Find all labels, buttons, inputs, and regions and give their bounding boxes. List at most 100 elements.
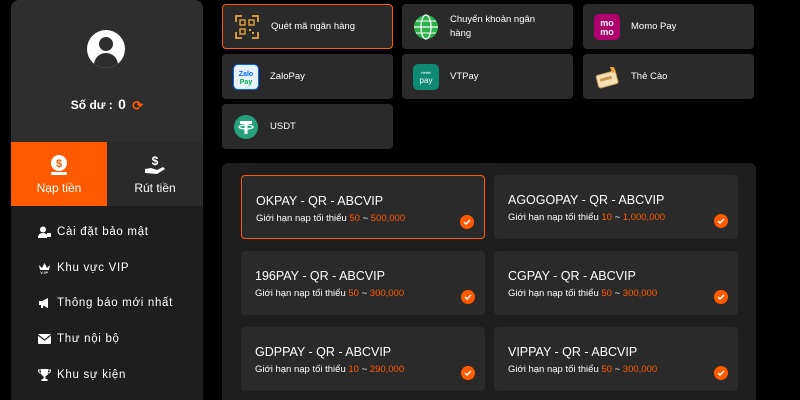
- limit-max: 1,000,000: [622, 212, 666, 223]
- avatar-body: [94, 53, 118, 68]
- method-label: Momo Pay: [631, 20, 677, 32]
- gateway-okpay[interactable]: OKPAY - QR - ABCVIP Giới hạn nạp tối thi…: [241, 175, 485, 239]
- method-vtpay[interactable]: viettel pay VTPay: [402, 54, 573, 99]
- limit-max: 500,000: [370, 213, 406, 224]
- method-scratch-card[interactable]: Thẻ Cào: [583, 54, 754, 99]
- mail-icon: [38, 333, 51, 346]
- menu-item-inbox[interactable]: Thư nội bộ: [11, 321, 203, 357]
- gateway-cgpay[interactable]: CGPAY - QR - ABCVIP Giới hạn nạp tối thi…: [494, 251, 738, 315]
- check-icon: [714, 290, 728, 304]
- gateway-limit: Giới hạn nạp tối thiểu 50 ~ 300,000: [508, 364, 658, 375]
- method-label: Thẻ Cào: [631, 70, 668, 82]
- menu-item-vip[interactable]: VIP Khu vực VIP: [11, 250, 203, 286]
- method-label: Chuyển khoản ngân hàng: [450, 13, 536, 39]
- limit-max: 300,000: [622, 288, 658, 299]
- menu-label: Cài đặt bảo mật: [57, 225, 149, 238]
- limit-min: 50: [601, 288, 612, 299]
- gateway-name: 196PAY - QR - ABCVIP: [255, 269, 385, 283]
- deposit-label: Nạp tiền: [36, 180, 82, 195]
- avatar[interactable]: [87, 30, 125, 68]
- method-zalopay[interactable]: Zalo Pay ZaloPay: [222, 54, 393, 99]
- vip-crown-icon: VIP: [38, 261, 51, 274]
- method-label: VTPay: [450, 70, 479, 82]
- limit-prefix: Giới hạn nạp tối thiểu: [508, 212, 599, 223]
- withdraw-tab[interactable]: $ Rút tiền: [107, 142, 203, 206]
- check-icon: [461, 290, 475, 304]
- menu-label: Khu sự kiện: [57, 369, 127, 382]
- menu-label: Thông báo mới nhất: [57, 297, 174, 310]
- menu-label: Thư nội bộ: [57, 333, 120, 346]
- gateway-agogopay[interactable]: AGOGOPAY - QR - ABCVIP Giới hạn nạp tối …: [494, 175, 738, 239]
- avatar-head: [99, 37, 113, 51]
- gateway-name: GDPPAY - QR - ABCVIP: [255, 345, 392, 359]
- check-icon: [714, 366, 728, 380]
- refresh-icon[interactable]: ⟳: [132, 98, 143, 114]
- check-icon: [461, 366, 475, 380]
- limit-max: 300,000: [369, 288, 405, 299]
- balance-value: 0: [118, 96, 126, 112]
- limit-min: 10: [601, 212, 612, 223]
- globe-icon: [413, 13, 439, 40]
- menu-item-news[interactable]: Thông báo mới nhất: [11, 286, 203, 322]
- deposit-tab[interactable]: $ Nạp tiền: [11, 142, 107, 206]
- action-tabs: $ Nạp tiền $ Rút tiền: [11, 142, 203, 206]
- withdraw-label: Rút tiền: [134, 180, 176, 195]
- user-lock-icon: [38, 225, 51, 238]
- limit-min: 50: [601, 364, 612, 375]
- method-label: ZaloPay: [270, 70, 305, 82]
- svg-text:$: $: [152, 154, 159, 168]
- svg-text:viettel: viettel: [421, 70, 432, 75]
- trophy-icon: [38, 369, 51, 382]
- gateway-limit: Giới hạn nạp tối thiểu 10 ~ 1,000,000: [508, 212, 666, 223]
- svg-text:Pay: Pay: [240, 79, 253, 86]
- gateway-limit: Giới hạn nạp tối thiểu 10 ~ 290,000: [255, 364, 405, 375]
- gateway-vippay[interactable]: VIPPAY - QR - ABCVIP Giới hạn nạp tối th…: [494, 327, 738, 391]
- sidebar-menu: Cài đặt bảo mật VIP Khu vực VIP Thông bá…: [11, 206, 203, 393]
- limit-max: 300,000: [622, 364, 658, 375]
- limit-prefix: Giới hạn nạp tối thiểu: [508, 288, 599, 299]
- method-bank-qr[interactable]: Quét mã ngân hàng: [222, 4, 393, 49]
- menu-label: Khu vực VIP: [57, 261, 130, 274]
- gateway-name: AGOGOPAY - QR - ABCVIP: [508, 193, 665, 207]
- limit-min: 50: [349, 213, 360, 224]
- coin-hand-icon: $: [51, 154, 67, 175]
- gateway-name: OKPAY - QR - ABCVIP: [256, 194, 384, 208]
- method-bank-transfer[interactable]: Chuyển khoản ngân hàng: [402, 4, 573, 49]
- check-icon: [714, 214, 728, 228]
- limit-max: 290,000: [369, 364, 405, 375]
- money-hand-icon: $: [145, 154, 165, 174]
- method-usdt[interactable]: USDT: [222, 104, 393, 149]
- limit-prefix: Giới hạn nạp tối thiểu: [508, 364, 599, 375]
- vtpay-icon: viettel pay: [413, 63, 439, 90]
- gateway-limit: Giới hạn nạp tối thiểu 50 ~ 300,000: [255, 288, 405, 299]
- sidebar: Số dư : 0 ⟳ $ Nạp tiền $ Rút tiền Cài đặ…: [11, 0, 203, 400]
- method-label: Quét mã ngân hàng: [271, 20, 355, 32]
- gateway-name: VIPPAY - QR - ABCVIP: [508, 345, 638, 359]
- method-label: USDT: [270, 120, 296, 132]
- megaphone-icon: [38, 297, 51, 310]
- qr-scan-icon: [234, 14, 260, 40]
- profile-card: Số dư : 0 ⟳: [11, 0, 203, 142]
- limit-prefix: Giới hạn nạp tối thiểu: [255, 364, 346, 375]
- gateway-196pay[interactable]: 196PAY - QR - ABCVIP Giới hạn nạp tối th…: [241, 251, 485, 315]
- method-momo[interactable]: mo mo Momo Pay: [583, 4, 754, 49]
- gateway-limit: Giới hạn nạp tối thiểu 50 ~ 500,000: [256, 213, 406, 224]
- menu-item-events[interactable]: Khu sự kiện: [11, 357, 203, 393]
- gateway-gdppay[interactable]: GDPPAY - QR - ABCVIP Giới hạn nạp tối th…: [241, 327, 485, 391]
- momo-icon: mo mo: [594, 13, 620, 40]
- card-icon: [594, 64, 620, 90]
- svg-text:VIP: VIP: [40, 270, 49, 274]
- limit-prefix: Giới hạn nạp tối thiểu: [255, 288, 346, 299]
- menu-item-security[interactable]: Cài đặt bảo mật: [11, 214, 203, 250]
- svg-text:$: $: [56, 158, 62, 170]
- gateway-name: CGPAY - QR - ABCVIP: [508, 269, 636, 283]
- svg-text:Zalo: Zalo: [239, 71, 253, 78]
- balance-label: Số dư :: [70, 98, 113, 112]
- zalopay-icon: Zalo Pay: [233, 63, 259, 90]
- balance: Số dư : 0 ⟳: [11, 96, 203, 114]
- svg-text:pay: pay: [420, 76, 433, 85]
- check-icon: [460, 215, 474, 229]
- limit-prefix: Giới hạn nạp tối thiểu: [256, 213, 347, 224]
- gateway-panel: OKPAY - QR - ABCVIP Giới hạn nạp tối thi…: [222, 163, 756, 400]
- limit-min: 50: [348, 288, 359, 299]
